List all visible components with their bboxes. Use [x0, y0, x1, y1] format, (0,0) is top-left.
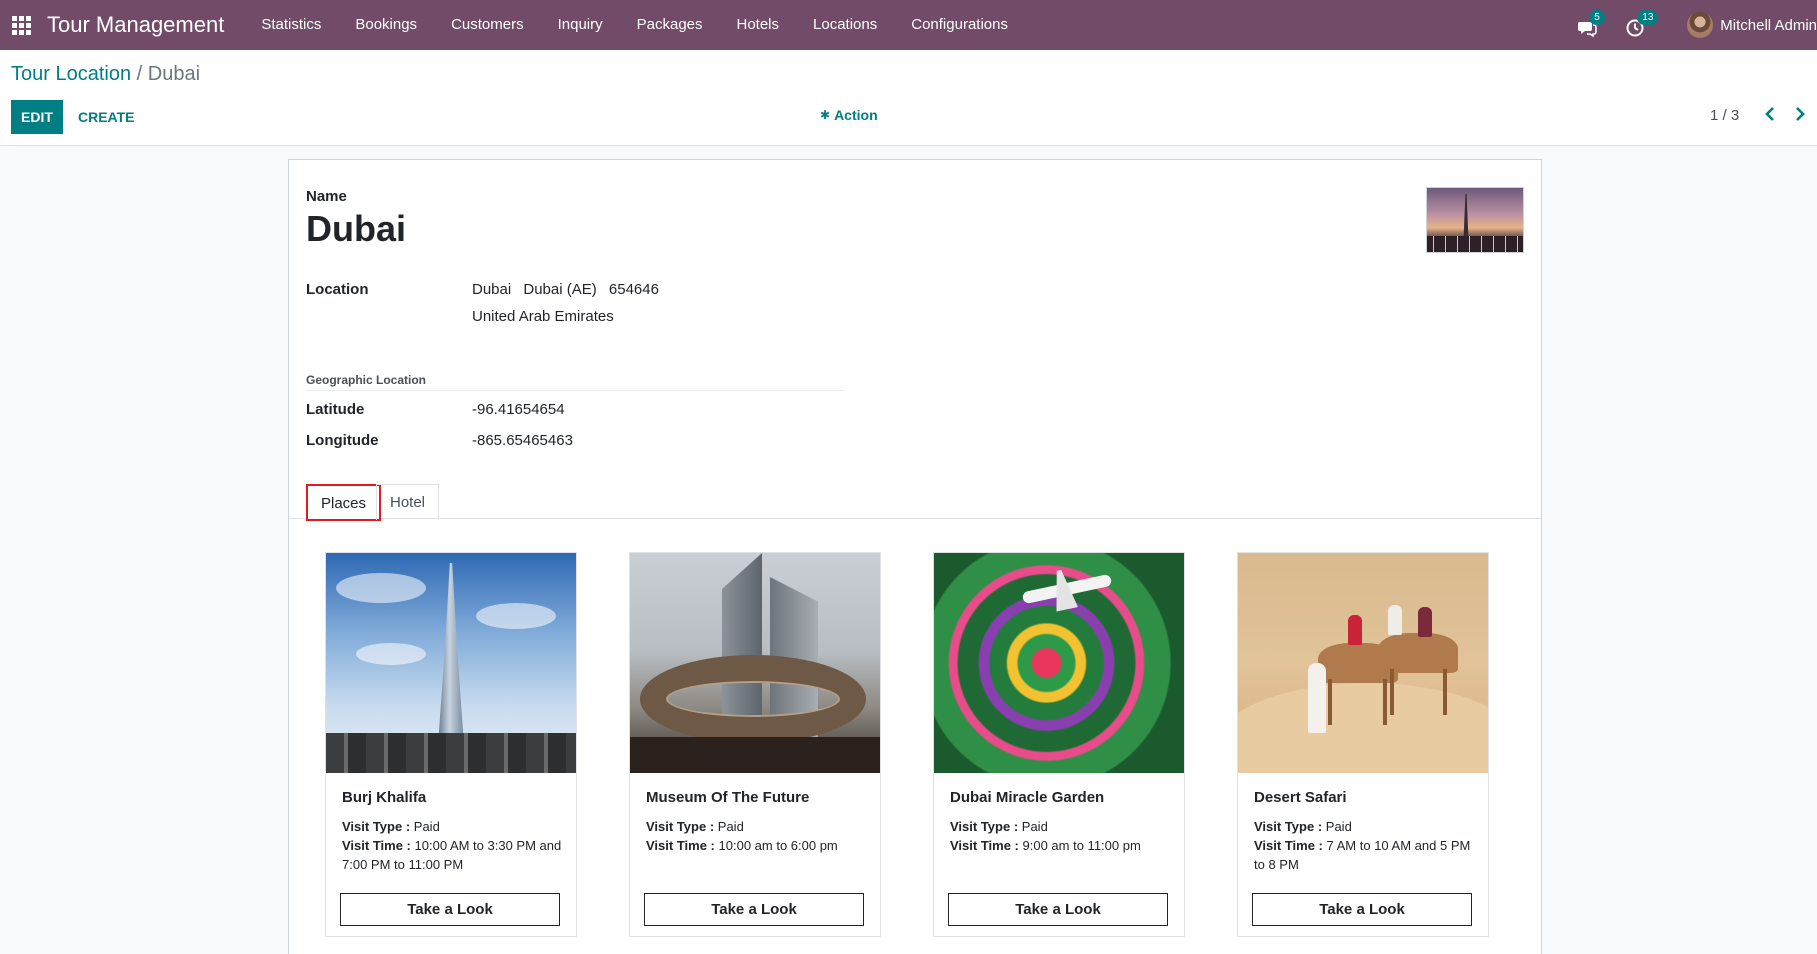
breadcrumb-parent[interactable]: Tour Location: [11, 63, 131, 85]
pager-value[interactable]: 1 / 3: [1710, 107, 1739, 124]
visit-time-label: Visit Time :: [342, 838, 411, 853]
breadcrumb-current: Dubai: [147, 63, 201, 85]
visit-type-label: Visit Type :: [342, 819, 411, 834]
visit-time-label: Visit Time :: [1254, 838, 1323, 853]
visit-type-label: Visit Type :: [646, 819, 715, 834]
location-country: United Arab Emirates: [472, 308, 614, 325]
place-card-dubai-miracle-garden: Dubai Miracle Garden Visit Type : Paid V…: [933, 552, 1185, 937]
location-zip: 654646: [608, 281, 659, 298]
activities-clock-icon[interactable]: 13: [1625, 10, 1659, 37]
place-title: Burj Khalifa: [342, 789, 427, 806]
location-image[interactable]: [1426, 187, 1524, 253]
menu-item-packages[interactable]: Packages: [620, 0, 720, 50]
place-info: Visit Type : Paid Visit Time : 10:00 AM …: [342, 817, 564, 874]
chevron-left-icon[interactable]: [1763, 106, 1781, 126]
place-title: Dubai Miracle Garden: [950, 789, 1105, 806]
location-city: Dubai: [472, 281, 512, 298]
messages-badge: 5: [1589, 10, 1605, 25]
dubai-miracle-garden-image: [934, 553, 1184, 773]
take-a-look-button[interactable]: Take a Look: [1252, 893, 1472, 926]
form-sheet: Name Dubai Location Dubai Dubai (AE) 654…: [288, 159, 1542, 954]
tab-hotel[interactable]: Hotel: [376, 484, 440, 520]
desert-safari-image: [1238, 553, 1488, 773]
user-menu[interactable]: Mitchell Admin: [1687, 12, 1817, 38]
place-info: Visit Type : Paid Visit Time : 9:00 am t…: [950, 817, 1172, 855]
place-info: Visit Type : Paid Visit Time : 10:00 am …: [646, 817, 868, 855]
user-name: Mitchell Admin: [1720, 16, 1817, 34]
longitude-label: Longitude: [306, 432, 379, 449]
record-name: Dubai: [306, 208, 407, 249]
breadcrumb: Tour Location / Dubai: [11, 63, 200, 86]
activities-badge: 13: [1637, 10, 1659, 25]
app-menu-icon[interactable]: [11, 15, 31, 35]
messages-icon[interactable]: 5: [1577, 10, 1605, 38]
menu-item-hotels[interactable]: Hotels: [720, 0, 797, 50]
chevron-right-icon[interactable]: [1793, 106, 1811, 126]
visit-type-label: Visit Type :: [950, 819, 1019, 834]
menu-item-bookings[interactable]: Bookings: [338, 0, 434, 50]
visit-type-label: Visit Type :: [1254, 819, 1323, 834]
visit-type-value: Paid: [413, 819, 440, 834]
place-card-burj-khalifa: Burj Khalifa Visit Type : Paid Visit Tim…: [325, 552, 577, 937]
name-label: Name: [306, 188, 347, 205]
menu-item-locations[interactable]: Locations: [796, 0, 894, 50]
place-info: Visit Type : Paid Visit Time : 7 AM to 1…: [1254, 817, 1476, 874]
place-card-desert-safari: Desert Safari Visit Type : Paid Visit Ti…: [1237, 552, 1489, 937]
menu-item-inquiry[interactable]: Inquiry: [541, 0, 620, 50]
top-navbar: Tour Management Statistics Bookings Cust…: [0, 0, 1817, 50]
place-title: Museum Of The Future: [646, 789, 810, 806]
location-state: Dubai (AE): [523, 281, 597, 298]
menu-item-customers[interactable]: Customers: [434, 0, 541, 50]
action-dropdown[interactable]: ✱ Action: [820, 107, 878, 123]
latitude-value: -96.41654654: [472, 401, 565, 418]
action-label: Action: [834, 107, 878, 123]
control-panel: Tour Location / Dubai EDIT CREATE ✱ Acti…: [0, 50, 1817, 146]
visit-type-value: Paid: [717, 819, 744, 834]
geo-location-title: Geographic Location: [306, 373, 844, 391]
latitude-label: Latitude: [306, 401, 365, 418]
create-button[interactable]: CREATE: [70, 100, 143, 134]
place-card-museum-of-the-future: Museum Of The Future Visit Type : Paid V…: [629, 552, 881, 937]
main-menu: Statistics Bookings Customers Inquiry Pa…: [244, 0, 1025, 50]
systray: 5 13 Mitchell Admin: [1577, 0, 1817, 50]
longitude-value: -865.65465463: [472, 432, 573, 449]
take-a-look-button[interactable]: Take a Look: [948, 893, 1168, 926]
menu-item-configurations[interactable]: Configurations: [894, 0, 1025, 50]
museum-of-the-future-image: [630, 553, 880, 773]
visit-type-value: Paid: [1021, 819, 1048, 834]
visit-time-value: 9:00 am to 11:00 pm: [1022, 838, 1141, 853]
visit-time-value: 10:00 am to 6:00 pm: [718, 838, 838, 853]
take-a-look-button[interactable]: Take a Look: [340, 893, 560, 926]
burj-khalifa-image: [326, 553, 576, 773]
edit-button[interactable]: EDIT: [11, 100, 63, 134]
tab-places[interactable]: Places: [306, 484, 382, 521]
place-title: Desert Safari: [1254, 789, 1347, 806]
menu-item-statistics[interactable]: Statistics: [244, 0, 338, 50]
visit-time-label: Visit Time :: [646, 838, 715, 853]
visit-time-label: Visit Time :: [950, 838, 1019, 853]
visit-type-value: Paid: [1325, 819, 1352, 834]
app-title[interactable]: Tour Management: [47, 12, 224, 38]
breadcrumb-separator: /: [136, 63, 143, 85]
location-address-line1: Dubai Dubai (AE) 654646: [472, 281, 667, 298]
location-label: Location: [306, 281, 369, 298]
gear-icon: ✱: [820, 108, 831, 122]
avatar: [1687, 12, 1714, 38]
take-a-look-button[interactable]: Take a Look: [644, 893, 864, 926]
notebook-tabs: Places Hotel: [289, 484, 1541, 521]
